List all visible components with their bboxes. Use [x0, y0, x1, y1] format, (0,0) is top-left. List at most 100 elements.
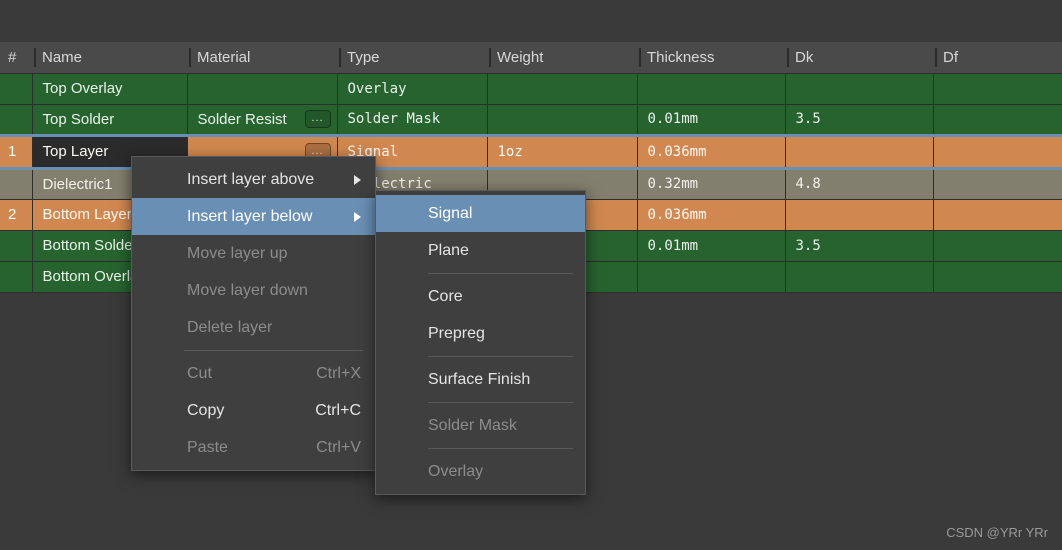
- column-header-material[interactable]: Material: [187, 42, 337, 74]
- cell-material[interactable]: Solder Resist...: [187, 104, 338, 136]
- cell-num[interactable]: [0, 168, 33, 200]
- cell-name[interactable]: Top Solder: [32, 104, 188, 136]
- cell-df[interactable]: [933, 133, 1062, 170]
- menu-item-label: Insert layer below: [187, 207, 313, 225]
- insert-layer-below-submenu[interactable]: Signal Plane Core Prepreg Surface Finish Sold…: [375, 190, 586, 495]
- menu-separator: [428, 273, 573, 274]
- menu-item-label: Solder Mask: [428, 416, 517, 434]
- cell-thickness[interactable]: 0.036mm: [637, 133, 786, 170]
- cell-df[interactable]: [933, 168, 1062, 200]
- cell-df[interactable]: [933, 230, 1062, 262]
- menu-item-move-layer-down: Move layer down: [132, 272, 375, 309]
- column-divider[interactable]: [339, 48, 341, 67]
- material-picker-button[interactable]: ...: [304, 110, 331, 128]
- cell-dk[interactable]: [785, 73, 934, 105]
- table-row[interactable]: Top Solder Solder Resist... Solder Mask 0.0…: [0, 104, 1062, 136]
- cell-value-weight: 1oz: [497, 143, 523, 160]
- menu-item-copy[interactable]: Copy Ctrl+C: [132, 392, 375, 429]
- menu-item-label: Core: [428, 287, 463, 305]
- submenu-item-plane[interactable]: Plane: [376, 232, 585, 269]
- cell-type[interactable]: Solder Mask: [337, 104, 488, 136]
- submenu-item-signal[interactable]: Signal: [376, 195, 585, 232]
- column-header-type[interactable]: Type: [337, 42, 487, 74]
- cell-dk[interactable]: 3.5: [785, 230, 934, 262]
- menu-item-shortcut: Ctrl+V: [316, 438, 361, 456]
- cell-df[interactable]: [933, 261, 1062, 293]
- cell-value-name: Top Solder: [42, 110, 115, 128]
- cell-thickness[interactable]: 0.036mm: [637, 199, 786, 231]
- column-divider[interactable]: [34, 48, 36, 67]
- cell-weight[interactable]: [487, 104, 638, 136]
- cell-dk[interactable]: [785, 261, 934, 293]
- layer-context-menu[interactable]: Insert layer above Insert layer below Move…: [131, 156, 376, 471]
- pcb-layer-stack-manager: # Name Material Type Weight Thickness Dk Df Top…: [0, 0, 1062, 550]
- watermark: CSDN @YRr YRr: [946, 525, 1048, 540]
- submenu-item-prepreg[interactable]: Prepreg: [376, 315, 585, 352]
- column-header-label: Name: [42, 48, 83, 66]
- cell-value-type: Solder Mask: [347, 111, 441, 127]
- cell-material[interactable]: [187, 73, 338, 105]
- column-divider[interactable]: [189, 48, 191, 67]
- cell-value-dk: 4.8: [795, 176, 821, 192]
- menu-item-label: Copy: [187, 401, 225, 419]
- menu-item-label: Plane: [428, 241, 469, 259]
- column-header-num[interactable]: #: [0, 42, 32, 74]
- cell-value-dk: 3.5: [795, 111, 821, 127]
- menu-item-label: Paste: [187, 438, 228, 456]
- column-divider[interactable]: [489, 48, 491, 67]
- cell-df[interactable]: [933, 199, 1062, 231]
- cell-type[interactable]: Overlay: [337, 73, 488, 105]
- menu-item-shortcut: Ctrl+X: [316, 364, 361, 382]
- cell-num[interactable]: [0, 73, 33, 105]
- cell-value-name: Bottom Solder: [42, 237, 138, 254]
- column-divider[interactable]: [935, 48, 937, 67]
- menu-separator: [428, 448, 573, 449]
- column-header-dk[interactable]: Dk: [785, 42, 933, 74]
- cell-value-num: 1: [8, 143, 17, 160]
- menu-item-insert-layer-above[interactable]: Insert layer above: [132, 161, 375, 198]
- column-divider[interactable]: [639, 48, 641, 67]
- table-row[interactable]: Top Overlay Overlay: [0, 73, 1062, 105]
- cell-df[interactable]: [933, 73, 1062, 105]
- column-divider[interactable]: [787, 48, 789, 67]
- cell-thickness[interactable]: 0.01mm: [637, 230, 786, 262]
- submenu-item-surface-finish[interactable]: Surface Finish: [376, 361, 585, 398]
- cell-thickness[interactable]: [637, 261, 786, 293]
- cell-weight[interactable]: [487, 73, 638, 105]
- menu-item-label: Move layer down: [187, 281, 308, 299]
- column-header-weight[interactable]: Weight: [487, 42, 637, 74]
- column-header-label: Material: [197, 48, 251, 66]
- cell-num[interactable]: [0, 230, 33, 262]
- cell-dk[interactable]: [785, 199, 934, 231]
- table-header-row: # Name Material Type Weight Thickness Dk Df: [0, 42, 1062, 74]
- cell-value-thickness: 0.036mm: [647, 143, 707, 160]
- column-header-thickness[interactable]: Thickness: [637, 42, 785, 74]
- cell-df[interactable]: [933, 104, 1062, 136]
- cell-value-thickness: 0.01mm: [647, 237, 699, 254]
- cell-num[interactable]: 1: [0, 133, 33, 170]
- submenu-item-core[interactable]: Core: [376, 278, 585, 315]
- menu-item-insert-layer-below[interactable]: Insert layer below: [132, 198, 375, 235]
- cell-thickness[interactable]: 0.01mm: [637, 104, 786, 136]
- menu-item-label: Delete layer: [187, 318, 273, 336]
- column-header-name[interactable]: Name: [32, 42, 187, 74]
- cell-name[interactable]: Top Overlay: [32, 73, 188, 105]
- column-header-label: Df: [943, 48, 958, 66]
- cell-thickness[interactable]: 0.32mm: [637, 168, 786, 200]
- cell-dk[interactable]: 4.8: [785, 168, 934, 200]
- cell-value-num: 2: [8, 206, 17, 223]
- cell-value-thickness: 0.01mm: [647, 111, 699, 127]
- cell-value-name: Top Layer: [42, 143, 109, 160]
- cell-num[interactable]: [0, 261, 33, 293]
- cell-num[interactable]: [0, 104, 33, 136]
- cell-dk[interactable]: [785, 133, 934, 170]
- menu-item-paste: Paste Ctrl+V: [132, 429, 375, 466]
- cell-thickness[interactable]: [637, 73, 786, 105]
- menu-separator: [428, 356, 573, 357]
- cell-dk[interactable]: 3.5: [785, 104, 934, 136]
- cell-value-type: Overlay: [347, 80, 407, 97]
- cell-num[interactable]: 2: [0, 199, 33, 231]
- column-header-df[interactable]: Df: [933, 42, 1062, 74]
- cell-weight[interactable]: 1oz: [487, 133, 638, 170]
- menu-item-label: Prepreg: [428, 324, 485, 342]
